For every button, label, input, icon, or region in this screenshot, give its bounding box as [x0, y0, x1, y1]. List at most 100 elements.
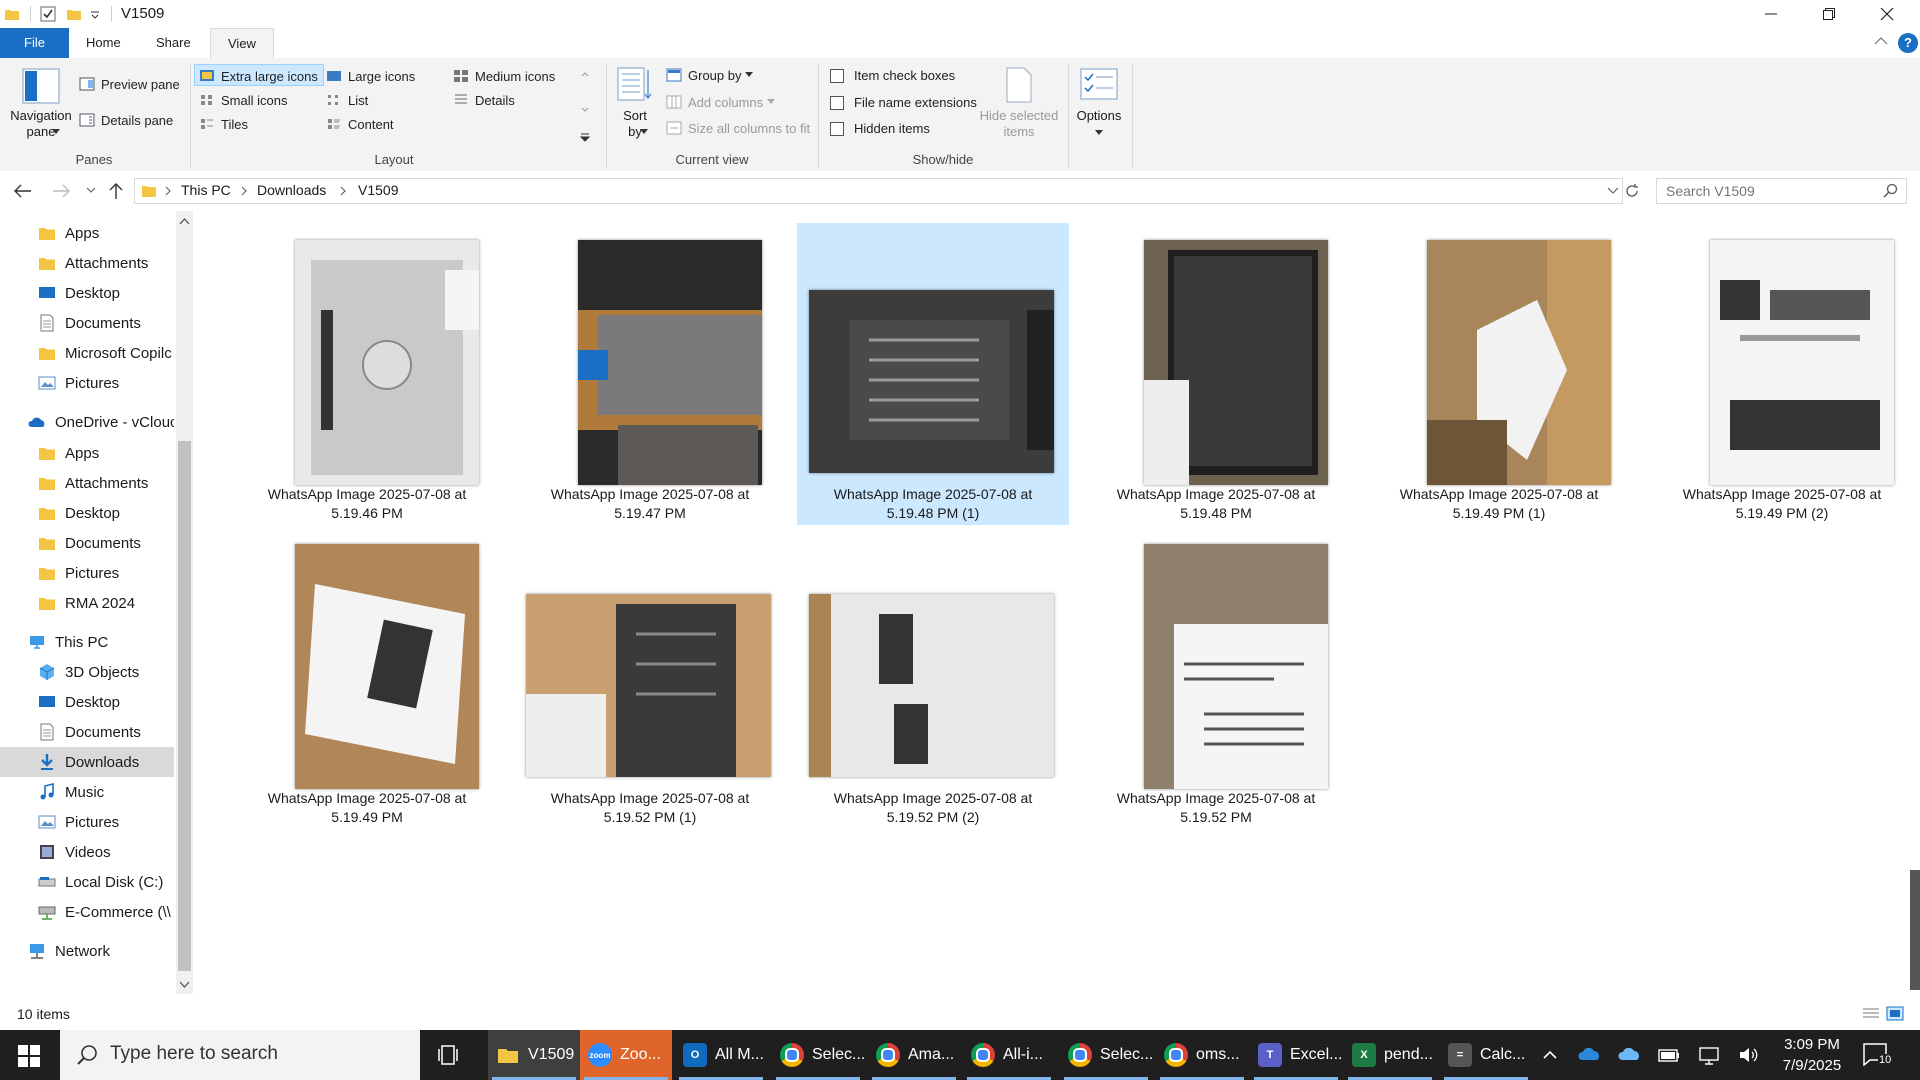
breadcrumb-v1509[interactable]: V1509: [358, 182, 398, 198]
file-thumbnail[interactable]: [809, 594, 1054, 777]
search-input[interactable]: [1664, 182, 1878, 200]
taskbar-app[interactable]: T Excel...: [1250, 1030, 1342, 1080]
file-item[interactable]: WhatsApp Image 2025-07-08 at 5.19.49 PM (…: [1646, 223, 1918, 525]
nav-item[interactable]: Desktop: [0, 278, 174, 308]
nav-item[interactable]: Pictures: [0, 807, 174, 837]
nav-item[interactable]: OneDrive - vClouc: [0, 407, 174, 437]
navigation-pane-button[interactable]: Navigation pane: [6, 108, 76, 140]
nav-item[interactable]: Attachments: [0, 468, 174, 498]
tab-share[interactable]: Share: [139, 28, 208, 58]
file-name[interactable]: WhatsApp Image 2025-07-08 at 5.19.48 PM (…: [797, 485, 1069, 523]
minimize-ribbon-icon[interactable]: [1874, 36, 1888, 46]
help-button[interactable]: ?: [1898, 33, 1918, 53]
nav-item[interactable]: Desktop: [0, 687, 174, 717]
network-status-icon[interactable]: [1697, 1043, 1721, 1067]
file-thumbnail[interactable]: [526, 594, 771, 777]
file-thumbnail[interactable]: [809, 290, 1054, 473]
file-item[interactable]: WhatsApp Image 2025-07-08 at 5.19.46 PM: [231, 223, 503, 525]
taskbar-app[interactable]: zoom Zoo...: [580, 1030, 672, 1080]
checkbox[interactable]: [830, 68, 844, 83]
layout-tiles[interactable]: Tiles: [199, 116, 248, 132]
nav-item[interactable]: Network: [0, 936, 174, 966]
recent-locations-chevron-icon[interactable]: [86, 187, 96, 195]
options-button[interactable]: Options: [1070, 108, 1128, 124]
address-history-chevron-icon[interactable]: [1607, 187, 1619, 195]
taskbar-app[interactable]: O All M...: [675, 1030, 767, 1080]
scroll-up-icon[interactable]: [179, 217, 190, 225]
file-name[interactable]: WhatsApp Image 2025-07-08 at 5.19.46 PM: [231, 485, 503, 523]
file-item[interactable]: WhatsApp Image 2025-07-08 at 5.19.52 PM: [1080, 527, 1352, 829]
item-check-boxes-toggle[interactable]: Item check boxes: [830, 68, 955, 83]
nav-item[interactable]: Documents: [0, 308, 174, 338]
taskbar-app[interactable]: = Calc...: [1440, 1030, 1532, 1080]
nav-item[interactable]: 3D Objects: [0, 657, 174, 687]
checkbox[interactable]: [830, 121, 844, 136]
file-thumbnail[interactable]: [1710, 240, 1894, 485]
file-item[interactable]: WhatsApp Image 2025-07-08 at 5.19.48 PM: [1080, 223, 1352, 525]
taskbar-app[interactable]: Selec...: [1060, 1030, 1153, 1080]
breadcrumb-downloads[interactable]: Downloads: [257, 182, 326, 198]
taskbar-search-box[interactable]: Type here to search: [60, 1030, 420, 1080]
minimize-button[interactable]: [1742, 0, 1800, 28]
hide-selected-items-button[interactable]: Hide selected items: [972, 108, 1066, 140]
file-name[interactable]: WhatsApp Image 2025-07-08 at 5.19.52 PM: [1080, 789, 1352, 827]
nav-item[interactable]: Pictures: [0, 558, 174, 588]
file-thumbnail[interactable]: [578, 240, 762, 485]
taskbar-app[interactable]: Ama...: [868, 1030, 960, 1080]
new-folder-icon[interactable]: [66, 6, 82, 22]
back-arrow-icon[interactable]: [12, 183, 32, 199]
sort-by-button[interactable]: Sort by: [612, 108, 658, 140]
nav-scrollbar-thumb[interactable]: [178, 441, 191, 971]
system-clock[interactable]: 3:09 PM 7/9/2025: [1768, 1034, 1856, 1076]
onedrive-icon[interactable]: [1578, 1043, 1602, 1067]
taskbar-app[interactable]: All-i...: [963, 1030, 1055, 1080]
file-thumbnail[interactable]: [1144, 544, 1328, 789]
file-thumbnail[interactable]: [1427, 240, 1611, 485]
layout-list[interactable]: List: [326, 92, 368, 108]
file-name[interactable]: WhatsApp Image 2025-07-08 at 5.19.47 PM: [514, 485, 786, 523]
file-item[interactable]: WhatsApp Image 2025-07-08 at 5.19.49 PM: [231, 527, 503, 829]
nav-item[interactable]: Music: [0, 777, 174, 807]
taskbar-app[interactable]: Xpend...: [1344, 1030, 1436, 1080]
file-item[interactable]: WhatsApp Image 2025-07-08 at 5.19.49 PM (…: [1363, 223, 1635, 525]
up-arrow-icon[interactable]: [108, 182, 124, 200]
onedrive-personal-icon[interactable]: [1618, 1043, 1642, 1067]
tab-view[interactable]: View: [210, 28, 274, 59]
layout-medium-icons[interactable]: Medium icons: [453, 68, 555, 84]
nav-item[interactable]: Local Disk (C:): [0, 867, 174, 897]
task-view-icon[interactable]: [438, 1044, 462, 1066]
file-name-extensions-toggle[interactable]: File name extensions: [830, 95, 977, 110]
taskbar-app[interactable]: V1509: [488, 1030, 580, 1080]
layout-small-icons[interactable]: Small icons: [199, 92, 287, 108]
restore-button[interactable]: [1800, 0, 1858, 28]
file-thumbnail[interactable]: [1144, 240, 1328, 485]
nav-item[interactable]: Apps: [0, 218, 174, 248]
content-scrollbar-edge[interactable]: [1910, 870, 1920, 990]
nav-item[interactable]: Videos: [0, 837, 174, 867]
tab-file[interactable]: File: [0, 28, 69, 58]
address-bar[interactable]: This PC Downloads V1509: [134, 178, 1623, 204]
file-name[interactable]: WhatsApp Image 2025-07-08 at 5.19.49 PM: [231, 789, 503, 827]
checkbox[interactable]: [830, 95, 844, 110]
nav-item[interactable]: Desktop: [0, 498, 174, 528]
layout-extra-large-icons[interactable]: Extra large icons: [199, 68, 318, 84]
hidden-items-toggle[interactable]: Hidden items: [830, 121, 930, 136]
add-columns-button[interactable]: Add columns: [666, 94, 776, 110]
nav-item[interactable]: Microsoft Copilc: [0, 338, 174, 368]
notification-center-button[interactable]: 10: [1862, 1042, 1898, 1070]
windows-start-icon[interactable]: [18, 1045, 40, 1067]
search-icon[interactable]: [1883, 183, 1899, 199]
layout-content[interactable]: Content: [326, 116, 394, 132]
file-item[interactable]: WhatsApp Image 2025-07-08 at 5.19.52 PM (…: [797, 527, 1069, 829]
preview-pane-button[interactable]: Preview pane: [79, 76, 180, 92]
file-name[interactable]: WhatsApp Image 2025-07-08 at 5.19.52 PM (…: [514, 789, 786, 827]
layout-large-icons[interactable]: Large icons: [326, 68, 415, 84]
details-pane-button[interactable]: Details pane: [79, 112, 173, 128]
battery-icon[interactable]: [1657, 1043, 1681, 1067]
search-box[interactable]: [1656, 178, 1907, 204]
file-name[interactable]: WhatsApp Image 2025-07-08 at 5.19.52 PM (…: [797, 789, 1069, 827]
details-view-toggle-icon[interactable]: [1862, 1007, 1880, 1021]
properties-checkbox-icon[interactable]: [40, 6, 56, 22]
nav-item[interactable]: E-Commerce (\\: [0, 897, 174, 927]
breadcrumb-this-pc[interactable]: This PC: [181, 182, 231, 198]
